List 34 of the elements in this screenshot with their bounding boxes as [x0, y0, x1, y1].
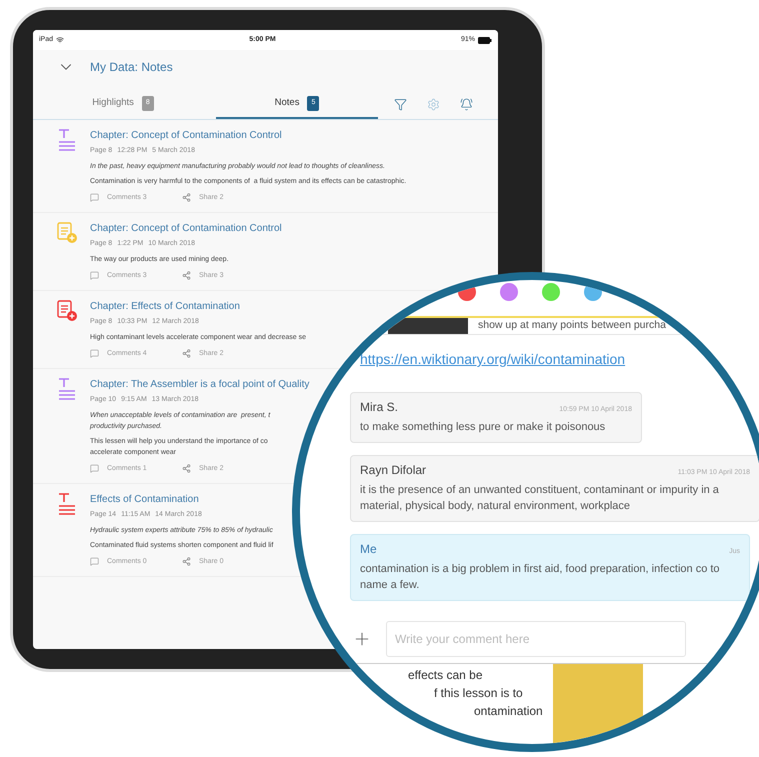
comment-icon[interactable] [90, 349, 99, 358]
lesson-text-line: ontamination [474, 703, 543, 720]
comment-text: contamination is a big problem in first aid, food preparation, infection co to name a few. [360, 562, 721, 593]
comment-icon[interactable] [90, 271, 99, 280]
comment-icon[interactable] [90, 193, 99, 202]
comment-icon[interactable] [90, 464, 99, 474]
battery-icon [478, 36, 492, 44]
share-icon[interactable] [182, 193, 191, 202]
settings-icon[interactable] [427, 98, 440, 111]
comment-icon[interactable] [90, 557, 99, 566]
bell-icon[interactable] [460, 98, 473, 111]
lesson-text-line: effects can be [408, 667, 484, 684]
filter-icon[interactable] [394, 98, 407, 111]
note-title-link[interactable]: Chapter: Concept of Contamination Control [90, 129, 282, 142]
comment-input[interactable]: Write your comment here [386, 621, 686, 657]
share-icon[interactable] [182, 271, 191, 280]
share-icon[interactable] [182, 464, 191, 474]
comment-text: to make something less pure or make it poisonous [360, 420, 606, 435]
comment-author: Rayn Difolar [360, 462, 426, 479]
note-title-link[interactable]: Chapter: The Assembler is a focal point of Quality [90, 378, 310, 391]
note-title-link[interactable]: Effects of Contamination [90, 493, 199, 506]
page-title: My Data: Notes [90, 59, 173, 76]
comment-author: Me [360, 541, 377, 558]
comment-text: it is the presence of an unwanted constituent, contaminant or impurity in a material, physical body, natural environment, workplace [360, 483, 720, 514]
share-icon[interactable] [182, 557, 191, 566]
note-title-link[interactable]: Chapter: Effects of Contamination [90, 300, 240, 313]
note-title-link[interactable]: Chapter: Concept of Contamination Control [90, 222, 282, 235]
video-thumbnail[interactable] [388, 318, 468, 334]
lesson-text-line: f this lesson is to [434, 685, 524, 702]
source-link[interactable]: https://en.wiktionary.org/wiki/contamination [360, 349, 759, 370]
share-icon[interactable] [182, 349, 191, 358]
wifi-icon [56, 36, 64, 44]
excerpt-text: show up at many points between purcha [478, 318, 666, 334]
comment-author: Mira S. [360, 399, 398, 416]
